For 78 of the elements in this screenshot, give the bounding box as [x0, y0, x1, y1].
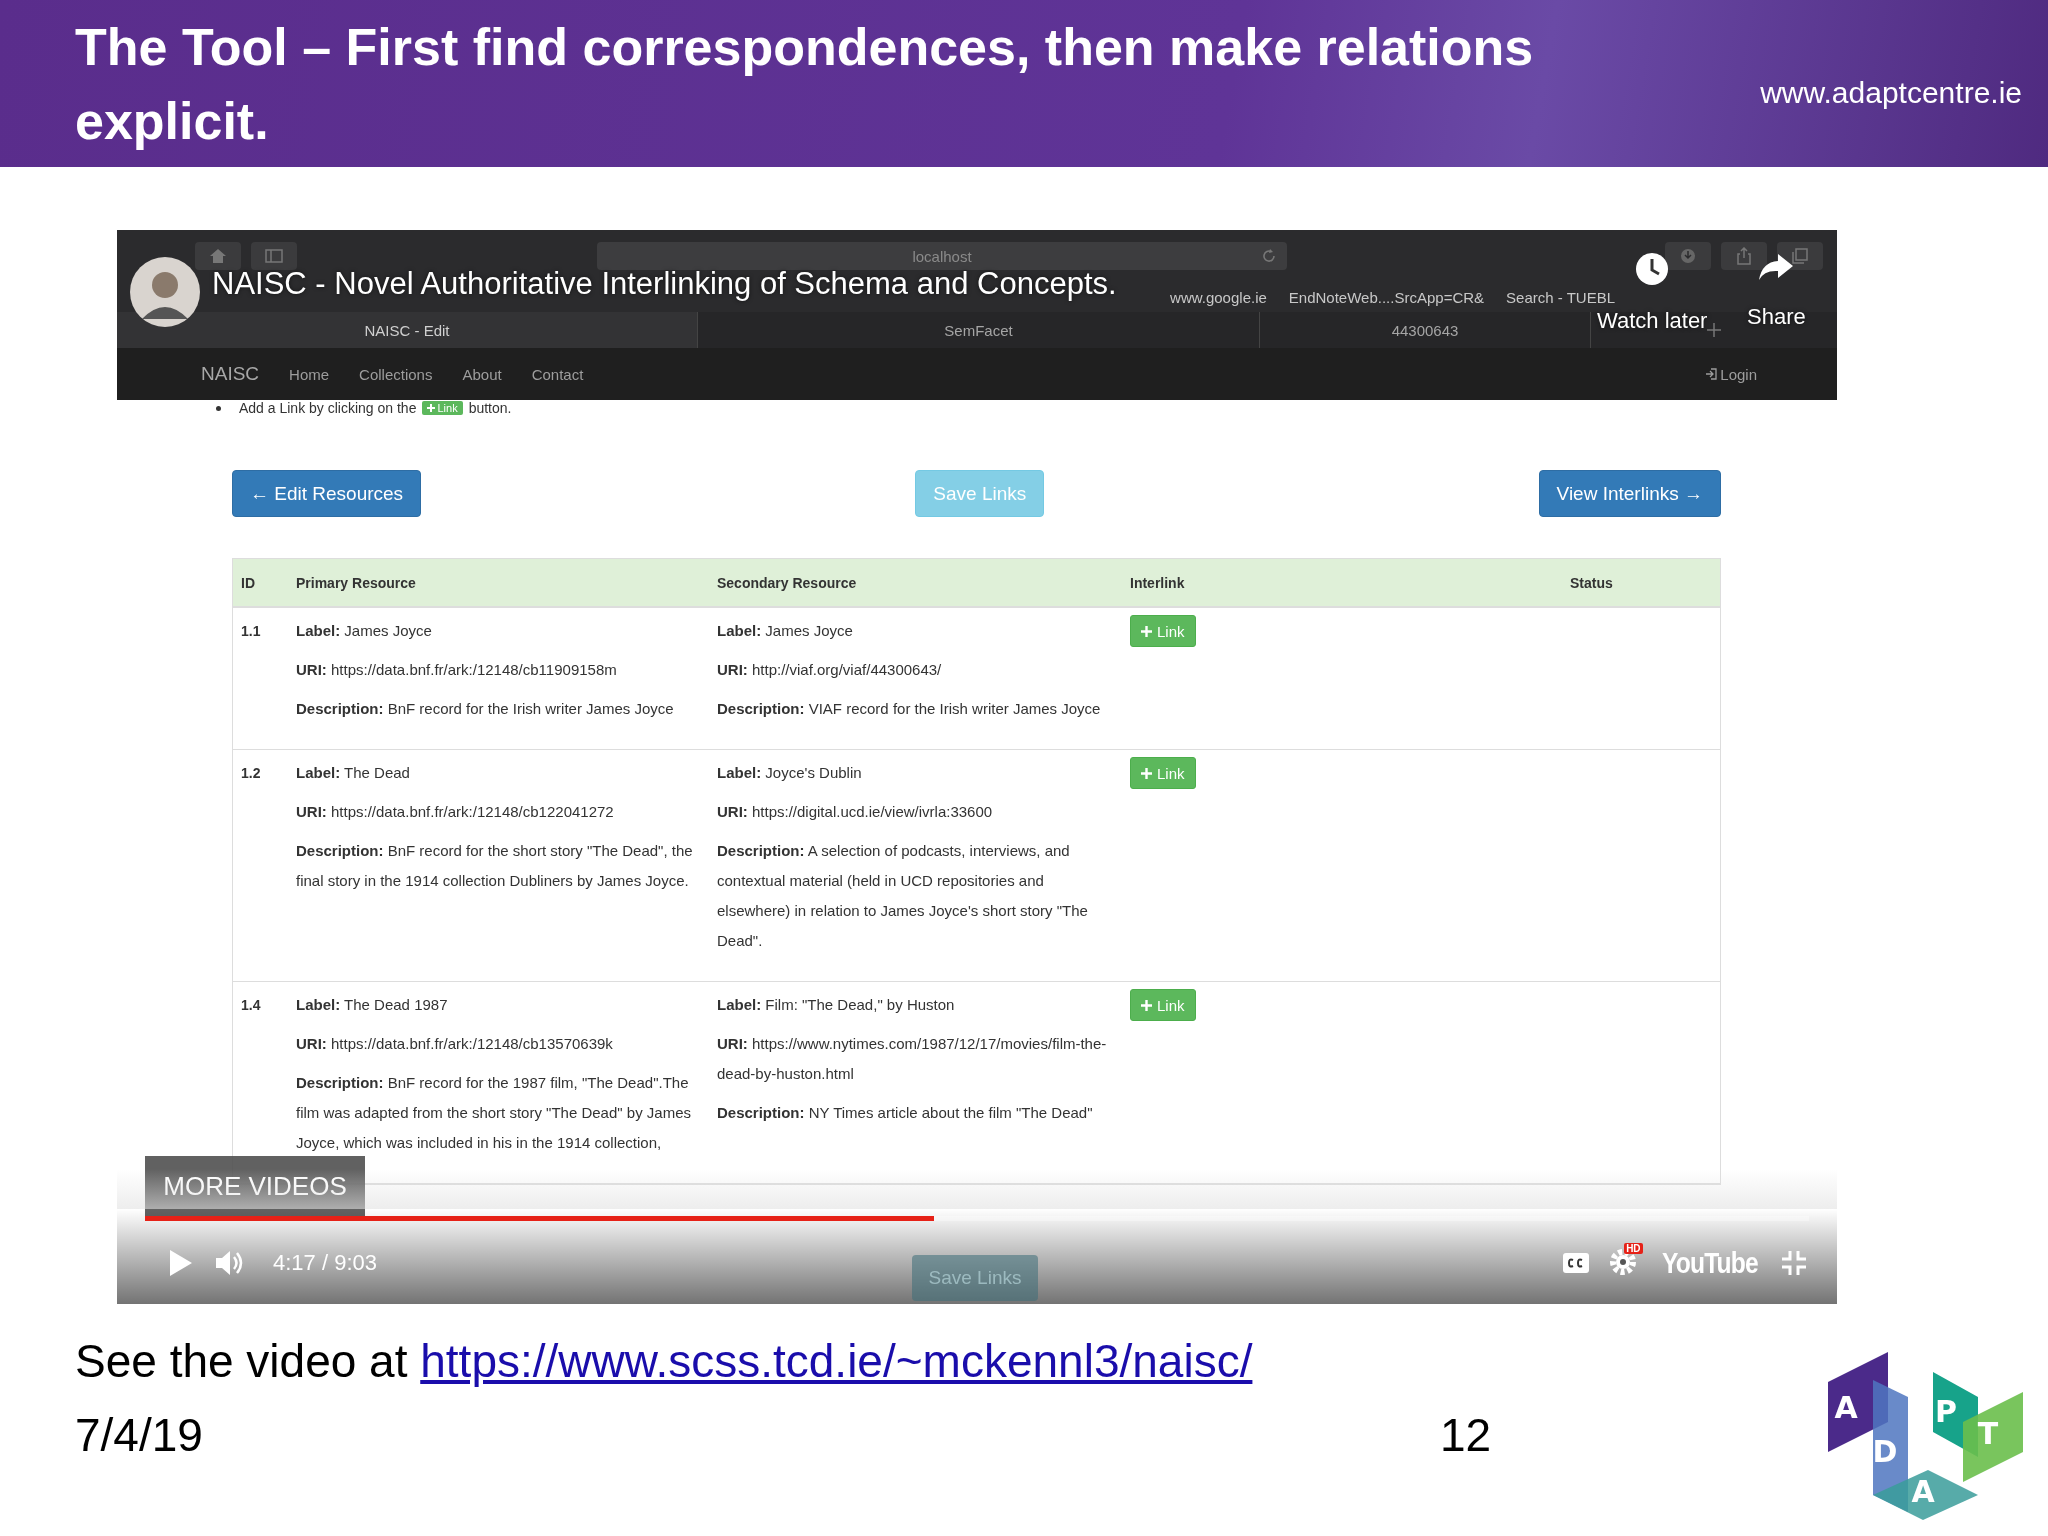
plus-icon: [427, 404, 436, 412]
table-cell-text: URI: https://digital.ucd.ie/view/ivrla:33600: [717, 802, 994, 822]
site-brand[interactable]: NAISC: [201, 363, 260, 385]
nav-link[interactable]: Collections: [359, 365, 433, 383]
table-cell-text: Description: NY Times article about the film "The Dead": [717, 1103, 1094, 1123]
plus-icon: [1141, 767, 1152, 779]
edit-resources-button[interactable]: ← Edit Resources: [232, 470, 422, 517]
sidebar-button[interactable]: [251, 242, 297, 270]
table-cell-text: URI: http://viaf.org/viaf/44300643/: [717, 660, 943, 680]
table-cell-text: URI: https://data.bnf.fr/ark:/12148/cb11909158m: [296, 660, 618, 680]
exit-fullscreen-icon[interactable]: [1781, 1250, 1807, 1276]
slide-date: 7/4/19: [75, 1408, 204, 1462]
column-header: Primary Resource: [296, 574, 417, 591]
share-icon: [1736, 247, 1752, 265]
share-arrow-icon[interactable]: [1758, 252, 1795, 282]
table-cell-text: Description: VIAF record for the Irish writer James Joyce: [717, 699, 1102, 719]
clock-icon[interactable]: [1635, 252, 1670, 286]
progress-track[interactable]: [145, 1216, 1809, 1221]
settings-button[interactable]: HD: [1608, 1245, 1645, 1281]
table-cell-text: URI: https://data.bnf.fr/ark:/12148/cb122041272: [296, 802, 615, 822]
table-cell-text: URI: https://data.bnf.fr/ark:/12148/cb13570639k: [296, 1034, 614, 1054]
website-address: www.adaptcentre.ie: [1760, 76, 2022, 110]
table-cell-text: Label: The Dead 1987: [296, 995, 449, 1015]
login-icon: [1705, 368, 1718, 380]
table-cell-text: 1.1: [241, 622, 262, 641]
bookmark[interactable]: www.google.ie: [1170, 288, 1267, 306]
logo-panel: T: [1963, 1392, 2023, 1482]
bookmark[interactable]: EndNoteWeb....SrcApp=CR&: [1288, 288, 1485, 306]
play-icon[interactable]: [169, 1249, 193, 1277]
address-field[interactable]: localhost: [597, 242, 1287, 270]
plus-icon: [1141, 625, 1152, 637]
view-interlinks-button[interactable]: View Interlinks →: [1538, 470, 1721, 517]
table-cell-text: Label: Joyce's Dublin: [717, 763, 863, 783]
page-number: 12: [1440, 1408, 1492, 1462]
video-link[interactable]: https://www.scss.tcd.ie/~mckennl3/naisc/: [420, 1335, 1253, 1387]
captions-icon[interactable]: [1562, 1252, 1591, 1274]
column-header: ID: [241, 574, 256, 591]
plus-icon[interactable]: [1706, 322, 1722, 338]
reload-icon[interactable]: [1261, 248, 1277, 264]
time-display: 4:17 / 9:03: [273, 1250, 377, 1276]
table-cell-text: Description: BnF record for the 1987 film, "The Dead".The film was adapted from the short story "The Dead" by James Joyce, which was included in his in the 1914 collection,: [296, 1073, 692, 1153]
column-header: Secondary Resource: [717, 574, 858, 591]
logo-panel: A: [1873, 1470, 1978, 1520]
table-cell-text: Description: A selection of podcasts, interviews, and contextual material (held in UCD repositories and elsewhere) in relation to James Joyce's short story "The Dead".: [717, 841, 1089, 951]
more-videos-button[interactable]: MORE VIDEOS: [145, 1156, 365, 1216]
table-cell-text: Description: BnF record for the Irish writer James Joyce: [296, 699, 675, 719]
footer-text: See the video at https://www.scss.tcd.ie/~mckennl3/naisc/: [75, 1334, 1254, 1388]
table-cell-text: 1.2: [241, 764, 262, 783]
instruction-text: button.: [468, 400, 512, 416]
bookmark[interactable]: Search - TUEBL: [1506, 288, 1615, 306]
share-label[interactable]: Share: [1747, 304, 1806, 330]
nav-link[interactable]: About: [462, 365, 502, 383]
nav-link[interactable]: Home: [289, 365, 330, 383]
table-cell-text: Label: Film: "The Dead," by Huston: [717, 995, 956, 1015]
table-cell-text: Label: The Dead: [296, 763, 411, 783]
watch-later-label[interactable]: Watch later: [1597, 308, 1708, 334]
plus-icon: [1141, 999, 1152, 1011]
table-cell-text: URI: https://www.nytimes.com/1987/12/17/movies/film-the-dead-by-huston.html: [717, 1034, 1108, 1084]
home-button[interactable]: [195, 242, 241, 270]
tabs-icon: [1792, 248, 1808, 264]
table-cell-text: 1.4: [241, 996, 262, 1015]
bullet-icon: [216, 405, 221, 411]
column-header: Status: [1570, 574, 1614, 591]
browser-tab[interactable]: NAISC - Edit: [117, 312, 698, 348]
table-cell-text: Label: James Joyce: [717, 621, 854, 641]
table-cell-text: Description: BnF record for the short story "The Dead", the final story in the 1914 collection Dubliners by James Joyce.: [296, 841, 694, 891]
column-header: Interlink: [1130, 574, 1186, 591]
login-link[interactable]: Login: [1705, 365, 1757, 383]
hd-badge: HD: [1624, 1243, 1643, 1254]
instruction-text: Add a Link by clicking on the: [239, 400, 417, 416]
nav-link[interactable]: Contact: [531, 365, 584, 383]
download-icon: [1680, 248, 1696, 264]
address-text: localhost: [912, 247, 972, 265]
avatar-icon: [130, 257, 200, 327]
home-icon: [209, 248, 227, 264]
table-cell-text: Label: James Joyce: [296, 621, 433, 641]
sidebar-icon: [265, 249, 283, 263]
slide-title: The Tool – First find correspondences, then make relations explicit.: [75, 16, 1535, 152]
